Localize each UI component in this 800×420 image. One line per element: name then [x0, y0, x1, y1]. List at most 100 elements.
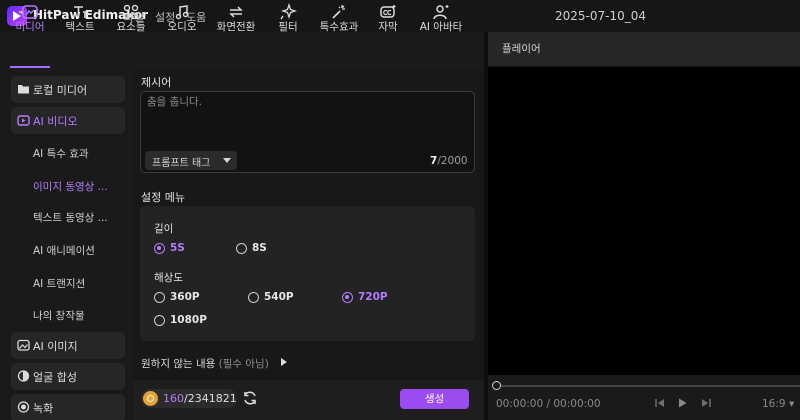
project-name: 2025-07-10_04: [555, 9, 647, 23]
resolution-option-1080p[interactable]: 1080P: [154, 314, 224, 328]
tab-transition-label: 화면전환: [216, 21, 256, 33]
tab-effects[interactable]: 특수효과: [312, 0, 366, 37]
radio-unchecked-icon: [236, 243, 247, 254]
player-viewport[interactable]: [488, 67, 800, 375]
tab-effects-label: 특수효과: [319, 21, 359, 33]
effects-icon: [332, 5, 345, 19]
tab-ai-avatar[interactable]: AI 아바타: [412, 0, 470, 37]
resolution-label: 해상도: [154, 272, 183, 284]
tab-elements-label: 요소들: [116, 21, 146, 33]
sidebar-item-record-label: 녹화: [33, 402, 54, 415]
credits-badge: 160/2341821: [141, 389, 237, 408]
subtitle-icon: [380, 5, 396, 18]
tab-text[interactable]: 텍스트: [58, 0, 102, 37]
resolution-option-720p-label: 720P: [358, 291, 388, 303]
resolution-option-360p-label: 360P: [170, 291, 200, 303]
text-icon: [74, 6, 87, 18]
sidebar-item-local-media-label: 로컬 미디어: [33, 84, 88, 97]
length-option-8s[interactable]: 8S: [236, 242, 296, 256]
ai-video-icon: [17, 115, 30, 126]
prompt-tag-label: 프롬프트 태그: [152, 158, 211, 169]
tab-media[interactable]: 미디어: [8, 0, 52, 37]
sidebar-item-text-to-video[interactable]: 텍스트 동영상 ...: [33, 210, 108, 225]
sidebar-item-face-merge[interactable]: 얼굴 합성: [11, 363, 125, 390]
tab-audio-label: 오디오: [167, 21, 197, 33]
sidebar-item-record[interactable]: 녹화: [11, 394, 125, 420]
sidebar-item-ai-video[interactable]: AI 비디오: [11, 107, 125, 134]
credits-used: 160: [163, 392, 184, 405]
sidebar-item-ai-effects[interactable]: AI 특수 효과: [33, 146, 89, 161]
resolution-option-720p[interactable]: 720P: [342, 291, 412, 305]
chevron-right-icon[interactable]: [281, 358, 287, 366]
sidebar-item-ai-image[interactable]: AI 이미지: [11, 332, 125, 359]
aspect-ratio-value: 16:9: [762, 398, 786, 410]
play-icon[interactable]: [676, 397, 688, 409]
tab-filter[interactable]: 필터: [268, 0, 308, 37]
resolution-option-1080p-label: 1080P: [170, 314, 207, 326]
sidebar-item-ai-image-label: AI 이미지: [33, 340, 78, 353]
ai-avatar-icon: [433, 5, 449, 20]
radio-checked-icon: [154, 243, 165, 254]
sidebar-item-local-media[interactable]: 로컬 미디어: [11, 76, 125, 103]
media-icon: [22, 5, 38, 19]
playhead-handle[interactable]: [492, 381, 501, 390]
sidebar-item-face-merge-label: 얼굴 합성: [33, 371, 77, 384]
face-merge-icon: [17, 370, 30, 382]
tab-elements[interactable]: 요소들: [109, 0, 153, 37]
transition-icon: [229, 6, 243, 18]
audio-icon: [175, 5, 189, 20]
elements-icon: [123, 4, 139, 20]
credits-total: /2341821: [184, 392, 237, 405]
generate-button[interactable]: 생성: [400, 389, 469, 409]
length-label: 길이: [154, 223, 174, 235]
length-option-5s-label: 5S: [170, 242, 185, 254]
sidebar-item-my-creations[interactable]: 나의 창작물: [33, 308, 85, 323]
prompt-section-title: 제시어: [141, 76, 172, 89]
chevron-down-icon: ▾: [788, 398, 795, 410]
active-tab-indicator: [10, 66, 50, 68]
previous-frame-icon[interactable]: [654, 397, 666, 409]
sidebar-item-ai-transition[interactable]: AI 트랜지션: [33, 276, 85, 291]
record-icon: [17, 401, 30, 413]
ai-image-icon: [17, 339, 30, 351]
radio-unchecked-icon: [154, 292, 165, 303]
settings-section-title: 설정 메뉴: [141, 191, 185, 204]
filter-icon: [280, 3, 297, 20]
tab-subtitle-label: 자막: [378, 21, 398, 33]
radio-checked-icon: [342, 292, 353, 303]
sidebar-item-image-to-video[interactable]: 이미지 동영상 ...: [33, 179, 108, 194]
sidebar-item-ai-video-label: AI 비디오: [33, 115, 78, 128]
tab-text-label: 텍스트: [65, 21, 95, 33]
chevron-down-icon: [223, 158, 231, 163]
negative-prompt-label: 원하지 않는 내용: [141, 358, 216, 370]
refresh-icon[interactable]: [242, 390, 258, 406]
prompt-tag-dropdown[interactable]: 프롬프트 태그: [145, 151, 237, 170]
tab-subtitle[interactable]: 자막: [370, 0, 406, 37]
length-option-8s-label: 8S: [252, 242, 267, 254]
char-count-max: /2000: [437, 155, 468, 167]
tab-audio[interactable]: 오디오: [160, 0, 204, 37]
radio-unchecked-icon: [154, 315, 165, 326]
resolution-option-540p[interactable]: 540P: [248, 291, 318, 305]
toolbar: [0, 32, 484, 69]
aspect-ratio-dropdown[interactable]: 16:9 ▾: [762, 398, 794, 410]
player-title: 플레이어: [502, 43, 541, 55]
resolution-option-540p-label: 540P: [264, 291, 294, 303]
negative-prompt-toggle[interactable]: 원하지 않는 내용 (필수 아님): [141, 356, 269, 371]
player-progress-track[interactable]: [497, 385, 800, 387]
negative-prompt-hint: (필수 아님): [215, 358, 269, 370]
resolution-option-360p[interactable]: 360P: [154, 291, 224, 305]
coin-icon: [143, 391, 158, 406]
char-counter: 7/2000: [430, 155, 468, 167]
tab-media-label: 미디어: [15, 21, 45, 33]
length-option-5s[interactable]: 5S: [154, 242, 214, 256]
tab-transition[interactable]: 화면전환: [210, 0, 262, 37]
prompt-input[interactable]: [147, 94, 467, 138]
player-timecode: 00:00:00 / 00:00:00: [496, 398, 601, 410]
tab-ai-avatar-label: AI 아바타: [419, 21, 463, 33]
next-frame-icon[interactable]: [700, 397, 712, 409]
tab-filter-label: 필터: [278, 21, 298, 33]
sidebar-item-ai-animation[interactable]: AI 애니메이션: [33, 243, 95, 258]
radio-unchecked-icon: [248, 292, 259, 303]
folder-icon: [18, 85, 29, 94]
